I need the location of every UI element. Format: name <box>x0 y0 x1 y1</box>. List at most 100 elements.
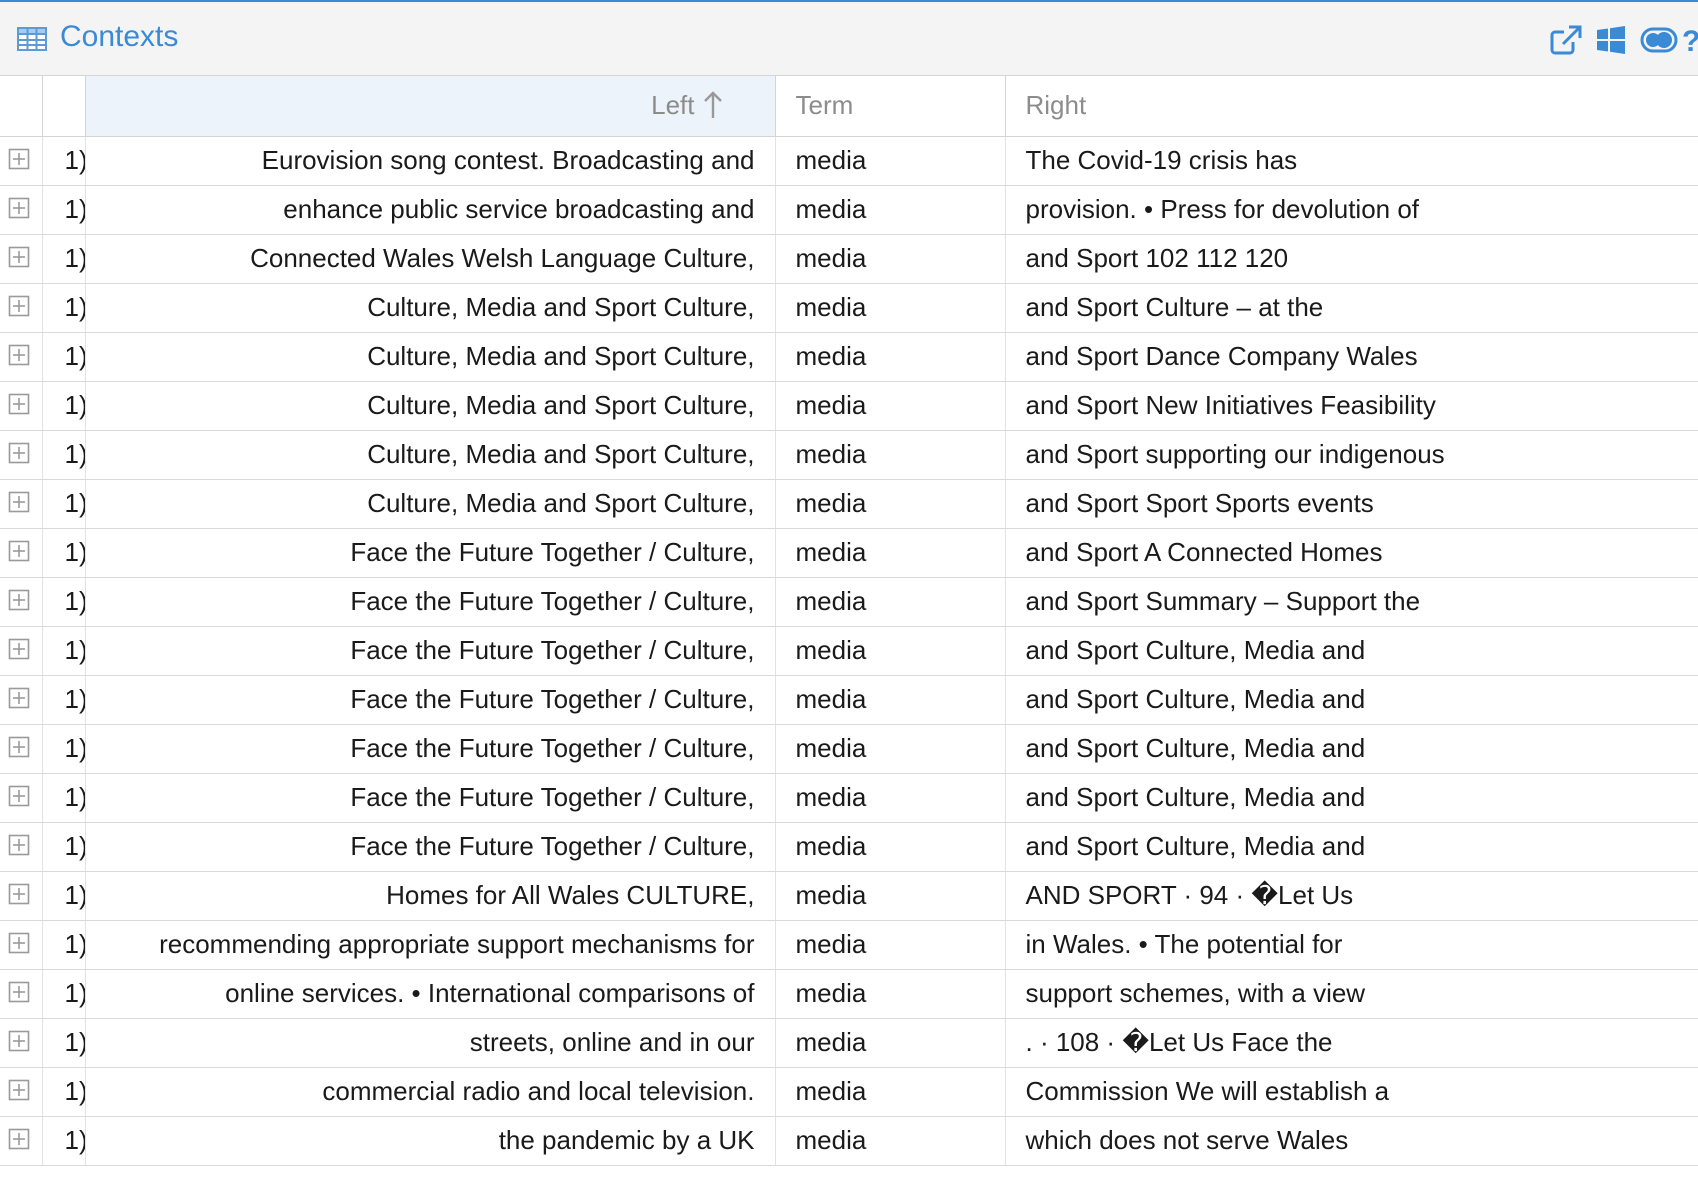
left-context-cell: online services. • International compari… <box>85 969 776 1019</box>
term-cell: media <box>775 430 1006 480</box>
left-context-cell: Face the Future Together / Culture, <box>85 773 776 823</box>
right-context-cell: and Sport supporting our indigenous <box>1005 430 1698 480</box>
term-cell: media <box>775 675 1006 725</box>
right-context-cell: and Sport Culture – at the <box>1005 283 1698 333</box>
table-row[interactable]: 1)Culture, Media and Sport Culture,media… <box>0 283 1698 333</box>
expand-row-icon[interactable] <box>8 342 30 373</box>
table-row[interactable]: 1)Face the Future Together / Culture,med… <box>0 675 1698 725</box>
windows-icon[interactable] <box>1596 25 1626 60</box>
row-number: 1) <box>42 920 86 970</box>
expand-row-icon[interactable] <box>8 293 30 324</box>
row-number: 1) <box>42 381 86 431</box>
expand-row-icon[interactable] <box>8 979 30 1010</box>
right-context-cell: and Sport New Initiatives Feasibility <box>1005 381 1698 431</box>
expand-row-icon[interactable] <box>8 930 30 961</box>
left-context-cell: Face the Future Together / Culture, <box>85 675 776 725</box>
expand-row-icon[interactable] <box>8 391 30 422</box>
left-context-cell: commercial radio and local television. <box>85 1067 776 1117</box>
table-row[interactable]: 1)Face the Future Together / Culture,med… <box>0 528 1698 578</box>
expand-row-icon[interactable] <box>8 783 30 814</box>
table-row[interactable]: 1)Face the Future Together / Culture,med… <box>0 724 1698 774</box>
left-context-cell: Culture, Media and Sport Culture, <box>85 332 776 382</box>
right-context-cell: and Sport Culture, Media and <box>1005 773 1698 823</box>
term-cell: media <box>775 1116 1006 1166</box>
right-context-cell: and Sport Culture, Media and <box>1005 626 1698 676</box>
term-cell: media <box>775 332 1006 382</box>
contexts-table: Left Term Right 1)Eurovision song contes… <box>0 76 1698 1166</box>
row-number: 1) <box>42 185 86 235</box>
table-row[interactable]: 1)Connected Wales Welsh Language Culture… <box>0 234 1698 284</box>
expand-row-icon[interactable] <box>8 1028 30 1059</box>
row-number: 1) <box>42 626 86 676</box>
expand-row-icon[interactable] <box>8 685 30 716</box>
expand-row-icon[interactable] <box>8 489 30 520</box>
right-column-header[interactable]: Right <box>1005 76 1698 137</box>
row-number: 1) <box>42 871 86 921</box>
contexts-panel: Contexts Left Term Right 1 Eurovision so… <box>0 0 1698 1190</box>
term-cell: media <box>775 773 1006 823</box>
expand-row-icon[interactable] <box>8 1126 30 1157</box>
right-context-cell: in Wales. • The potential for <box>1005 920 1698 970</box>
expand-row-icon[interactable] <box>8 146 30 177</box>
table-row[interactable]: 1)Face the Future Together / Culture,med… <box>0 773 1698 823</box>
row-number: 1) <box>42 969 86 1019</box>
toggle-icon[interactable] <box>1640 27 1678 58</box>
row-number: 1) <box>42 675 86 725</box>
table-row[interactable]: 1)Culture, Media and Sport Culture,media… <box>0 332 1698 382</box>
table-row[interactable]: 1)commercial radio and local television.… <box>0 1067 1698 1117</box>
expand-row-icon[interactable] <box>8 881 30 912</box>
term-cell: media <box>775 381 1006 431</box>
table-row[interactable]: 1)streets, online and in ourmedia. · 108… <box>0 1018 1698 1068</box>
table-row[interactable]: 1)Culture, Media and Sport Culture,media… <box>0 430 1698 480</box>
expand-row-icon[interactable] <box>8 587 30 618</box>
right-context-cell: provision. • Press for devolution of <box>1005 185 1698 235</box>
right-context-cell: and Sport A Connected Homes <box>1005 528 1698 578</box>
term-cell: media <box>775 1067 1006 1117</box>
term-cell: media <box>775 136 1006 186</box>
expand-row-icon[interactable] <box>8 195 30 226</box>
right-context-cell: which does not serve Wales <box>1005 1116 1698 1166</box>
row-number: 1) <box>42 430 86 480</box>
row-number: 1) <box>42 234 86 284</box>
row-number: 1) <box>42 136 86 186</box>
right-context-cell: and Sport Culture, Media and <box>1005 822 1698 872</box>
expand-row-icon[interactable] <box>8 538 30 569</box>
right-context-cell: and Sport Culture, Media and <box>1005 724 1698 774</box>
term-cell: media <box>775 724 1006 774</box>
table-row[interactable]: 1)the pandemic by a UKmediawhich does no… <box>0 1116 1698 1166</box>
term-cell: media <box>775 234 1006 284</box>
expand-row-icon[interactable] <box>8 832 30 863</box>
term-cell: media <box>775 969 1006 1019</box>
table-row[interactable]: 1)Culture, Media and Sport Culture,media… <box>0 381 1698 431</box>
help-icon[interactable]: ? <box>1682 25 1698 59</box>
term-cell: media <box>775 479 1006 529</box>
table-row[interactable]: 1)enhance public service broadcasting an… <box>0 185 1698 235</box>
left-context-cell: Face the Future Together / Culture, <box>85 626 776 676</box>
row-number: 1) <box>42 1018 86 1068</box>
expand-row-icon[interactable] <box>8 636 30 667</box>
table-icon <box>17 27 47 56</box>
expand-row-icon[interactable] <box>8 1077 30 1108</box>
right-context-cell: The Covid-19 crisis has <box>1005 136 1698 186</box>
expand-row-icon[interactable] <box>8 244 30 275</box>
table-row[interactable]: 1)Face the Future Together / Culture,med… <box>0 577 1698 627</box>
table-row[interactable]: 1)recommending appropriate support mecha… <box>0 920 1698 970</box>
expand-row-icon[interactable] <box>8 734 30 765</box>
term-cell: media <box>775 822 1006 872</box>
table-row[interactable]: 1)online services. • International compa… <box>0 969 1698 1019</box>
table-row[interactable]: 1)Homes for All Wales CULTURE,mediaAND S… <box>0 871 1698 921</box>
row-number: 1) <box>42 528 86 578</box>
term-column-header[interactable]: Term <box>775 76 1006 137</box>
expand-row-icon[interactable] <box>8 440 30 471</box>
table-row[interactable]: 1)Face the Future Together / Culture,med… <box>0 626 1698 676</box>
table-row[interactable]: 1)Eurovision song contest. Broadcasting … <box>0 136 1698 186</box>
sort-up-arrow-icon[interactable] <box>703 90 723 127</box>
right-context-cell: and Sport Culture, Media and <box>1005 675 1698 725</box>
table-row[interactable]: 1)Face the Future Together / Culture,med… <box>0 822 1698 872</box>
panel-title: Contexts <box>60 20 179 53</box>
term-cell: media <box>775 920 1006 970</box>
left-column-header[interactable]: Left <box>85 76 776 137</box>
left-context-cell: Culture, Media and Sport Culture, <box>85 479 776 529</box>
external-link-icon[interactable] <box>1550 25 1582 60</box>
table-row[interactable]: 1)Culture, Media and Sport Culture,media… <box>0 479 1698 529</box>
